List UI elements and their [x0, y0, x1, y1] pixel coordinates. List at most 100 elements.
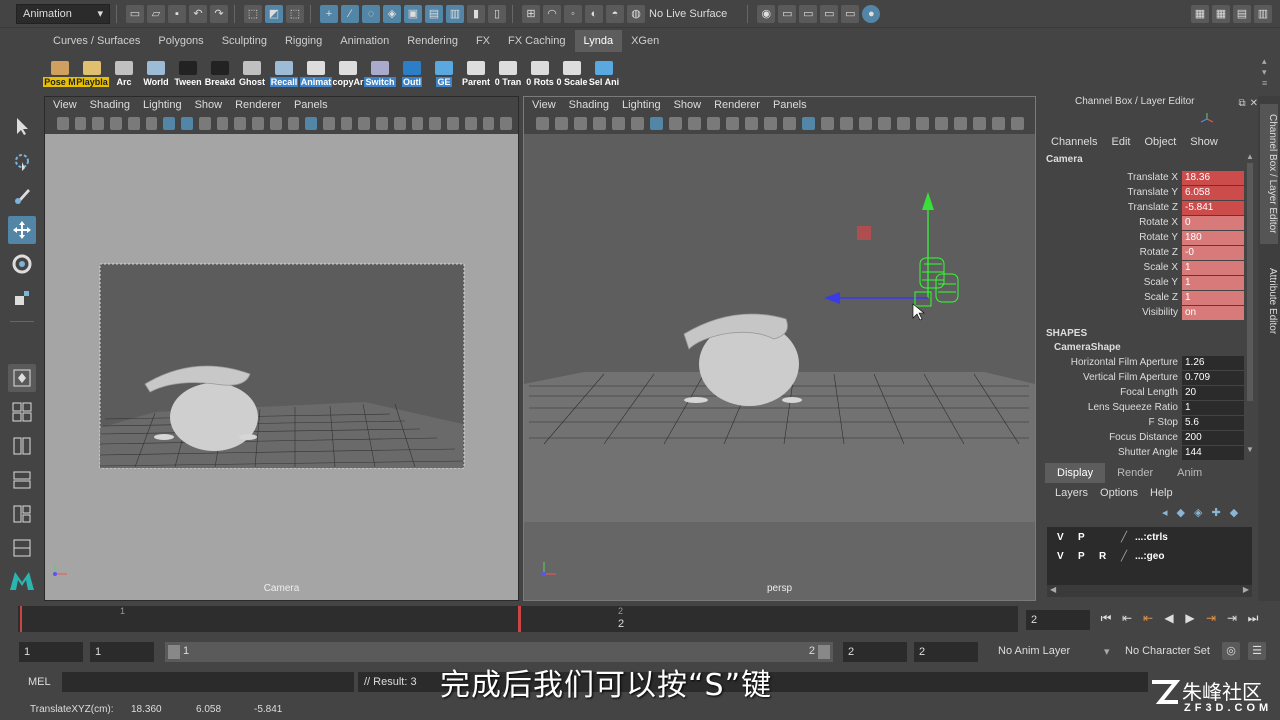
save-scene-icon[interactable]: ▪	[168, 4, 186, 23]
depth-of-field-icon[interactable]	[973, 116, 986, 130]
curve-mask-icon[interactable]: ∕	[341, 4, 359, 23]
layer-visibility-toggle[interactable]: V	[1057, 532, 1078, 543]
isolate-select-icon[interactable]	[992, 116, 1005, 130]
lasso-tool[interactable]	[8, 148, 36, 176]
animation-start-field[interactable]: 1	[19, 642, 83, 662]
shelf-tab-animation[interactable]: Animation	[331, 30, 398, 52]
persp-outliner-layout[interactable]	[8, 466, 36, 494]
shelf-tab-sculpting[interactable]: Sculpting	[213, 30, 276, 52]
step-forward-frame-icon[interactable]: ⇥	[1203, 610, 1219, 626]
go-to-end-icon[interactable]: ⏭	[1245, 610, 1261, 626]
safe-action-icon[interactable]	[252, 116, 264, 130]
step-forward-key-icon[interactable]: ⇥	[1224, 610, 1240, 626]
bookmark-icon[interactable]	[574, 116, 587, 130]
attribute-value[interactable]: 1	[1182, 290, 1244, 305]
shelf-tab-polygons[interactable]: Polygons	[149, 30, 212, 52]
persp-viewport[interactable]: View Shading Lighting Show Renderer Panels	[523, 96, 1036, 601]
go-to-start-icon[interactable]: ⏮	[1098, 610, 1114, 626]
move-layer-up-icon[interactable]: ◂	[1162, 506, 1168, 519]
viewport-menu-lighting[interactable]: Lighting	[143, 99, 182, 111]
shelf-button-0-rots[interactable]: 0 Rots	[524, 55, 556, 87]
use-default-material-icon[interactable]	[323, 116, 335, 130]
ipr-render-icon[interactable]: ▭	[799, 4, 818, 23]
isolate-select-icon[interactable]	[482, 116, 495, 130]
menu-set-select[interactable]: Animation ▾	[16, 3, 110, 24]
attribute-value[interactable]: 0.709	[1182, 370, 1244, 385]
deform-mask-icon[interactable]: ◈	[383, 4, 401, 23]
select-component-icon[interactable]: ⬚	[286, 4, 304, 23]
layout-icon[interactable]: ▦	[1212, 4, 1230, 23]
textured-icon[interactable]	[358, 116, 371, 130]
shadows-icon[interactable]	[393, 116, 406, 130]
new-empty-layer-icon[interactable]: ◈	[1194, 506, 1202, 519]
panel-toggle-icon[interactable]: ▤	[1233, 4, 1251, 23]
step-back-key-icon[interactable]: ⇤	[1119, 610, 1135, 626]
workspace-icon[interactable]: ▦	[1191, 4, 1209, 23]
x-ray-icon[interactable]	[500, 116, 513, 130]
select-hierarchy-icon[interactable]: ⬚	[244, 4, 262, 23]
camera-attributes-icon[interactable]	[555, 116, 568, 130]
scroll-thumb[interactable]	[1247, 163, 1253, 401]
attribute-name[interactable]: Scale Z	[1040, 292, 1182, 303]
layer-tab-display[interactable]: Display	[1045, 463, 1106, 483]
scroll-right-icon[interactable]: ▶	[1243, 585, 1249, 597]
shelf-button-outl[interactable]: Outl	[396, 55, 428, 87]
paint-select-tool[interactable]	[8, 182, 36, 210]
snap-view-icon[interactable]: ◐	[585, 4, 603, 23]
current-frame-field[interactable]: 2	[1026, 610, 1090, 630]
anim-layer-select[interactable]: No Anim Layer ▾	[998, 645, 1118, 658]
range-end-handle[interactable]	[818, 645, 830, 659]
viewport-menu-lighting[interactable]: Lighting	[622, 99, 661, 111]
field-chart-icon[interactable]	[726, 116, 739, 130]
attribute-name[interactable]: Translate Y	[1040, 187, 1182, 198]
time-slider[interactable]: 1 2 2	[18, 606, 1018, 632]
current-time-marker[interactable]	[518, 606, 521, 632]
attribute-name[interactable]: Scale Y	[1040, 277, 1182, 288]
side-by-side-layout[interactable]	[8, 432, 36, 460]
attribute-value[interactable]: 180	[1182, 230, 1244, 245]
layer-visibility-toggle[interactable]: V	[1057, 551, 1078, 562]
shelf-tab-curves-surfaces[interactable]: Curves / Surfaces	[44, 30, 149, 52]
snap-point-icon[interactable]: ◦	[564, 4, 582, 23]
layer-row[interactable]: V P R ╱ ...:geo	[1047, 547, 1252, 566]
field-chart-icon[interactable]	[234, 116, 247, 130]
shelf-button-0-scale[interactable]: 0 Scale	[556, 55, 588, 87]
redo-icon[interactable]: ↷	[210, 4, 228, 23]
shelf-button-playbla[interactable]: Playbla	[75, 55, 109, 87]
wireframe-icon[interactable]	[287, 116, 300, 130]
tab-channel-box[interactable]: Channel Box / Layer Editor	[1260, 104, 1278, 244]
attribute-name[interactable]: Focus Distance	[1040, 432, 1182, 443]
open-scene-icon[interactable]: ▱	[147, 4, 165, 23]
gate-mask-icon[interactable]	[707, 116, 720, 130]
render-frame-icon[interactable]: ▭	[778, 4, 797, 23]
resolution-gate-icon[interactable]	[198, 116, 211, 130]
attribute-name[interactable]: Translate Z	[1040, 202, 1182, 213]
camera-viewport[interactable]: View Shading Lighting Show Renderer Panels	[44, 96, 519, 601]
camera-viewport-canvas[interactable]	[45, 134, 518, 600]
image-plane-icon[interactable]	[110, 116, 122, 130]
shelf-button-recall[interactable]: Recall	[268, 55, 300, 87]
attribute-name[interactable]: Focal Length	[1040, 387, 1182, 398]
persp-viewport-canvas[interactable]	[524, 134, 1035, 600]
render-settings-icon[interactable]: ▭	[820, 4, 839, 23]
select-camera-icon[interactable]	[57, 116, 69, 130]
attribute-name[interactable]: Visibility	[1040, 307, 1182, 318]
shelf-button-breakd[interactable]: Breakd	[204, 55, 236, 87]
shelf-tab-fx-caching[interactable]: FX Caching	[499, 30, 574, 52]
four-pane-layout[interactable]	[8, 398, 36, 426]
attribute-value[interactable]: -5.841	[1182, 200, 1244, 215]
attribute-value[interactable]: -0	[1182, 245, 1244, 260]
attribute-name[interactable]: Lens Squeeze Ratio	[1040, 402, 1182, 413]
gate-mask-icon[interactable]	[216, 116, 229, 130]
select-tool[interactable]	[8, 112, 36, 140]
live-surface-icon[interactable]: ◍	[627, 4, 645, 23]
scale-tool[interactable]	[8, 284, 36, 312]
lock-icon[interactable]: ▮	[467, 4, 485, 23]
scroll-up-icon[interactable]: ▴	[1262, 56, 1274, 67]
film-gate-icon[interactable]	[669, 116, 682, 130]
safe-title-icon[interactable]	[764, 116, 777, 130]
step-back-frame-icon[interactable]: ⇤	[1140, 610, 1156, 626]
ambient-occlusion-icon[interactable]	[916, 116, 929, 130]
motion-blur-icon[interactable]	[935, 116, 948, 130]
scroll-down-icon[interactable]: ▼	[1246, 445, 1254, 454]
